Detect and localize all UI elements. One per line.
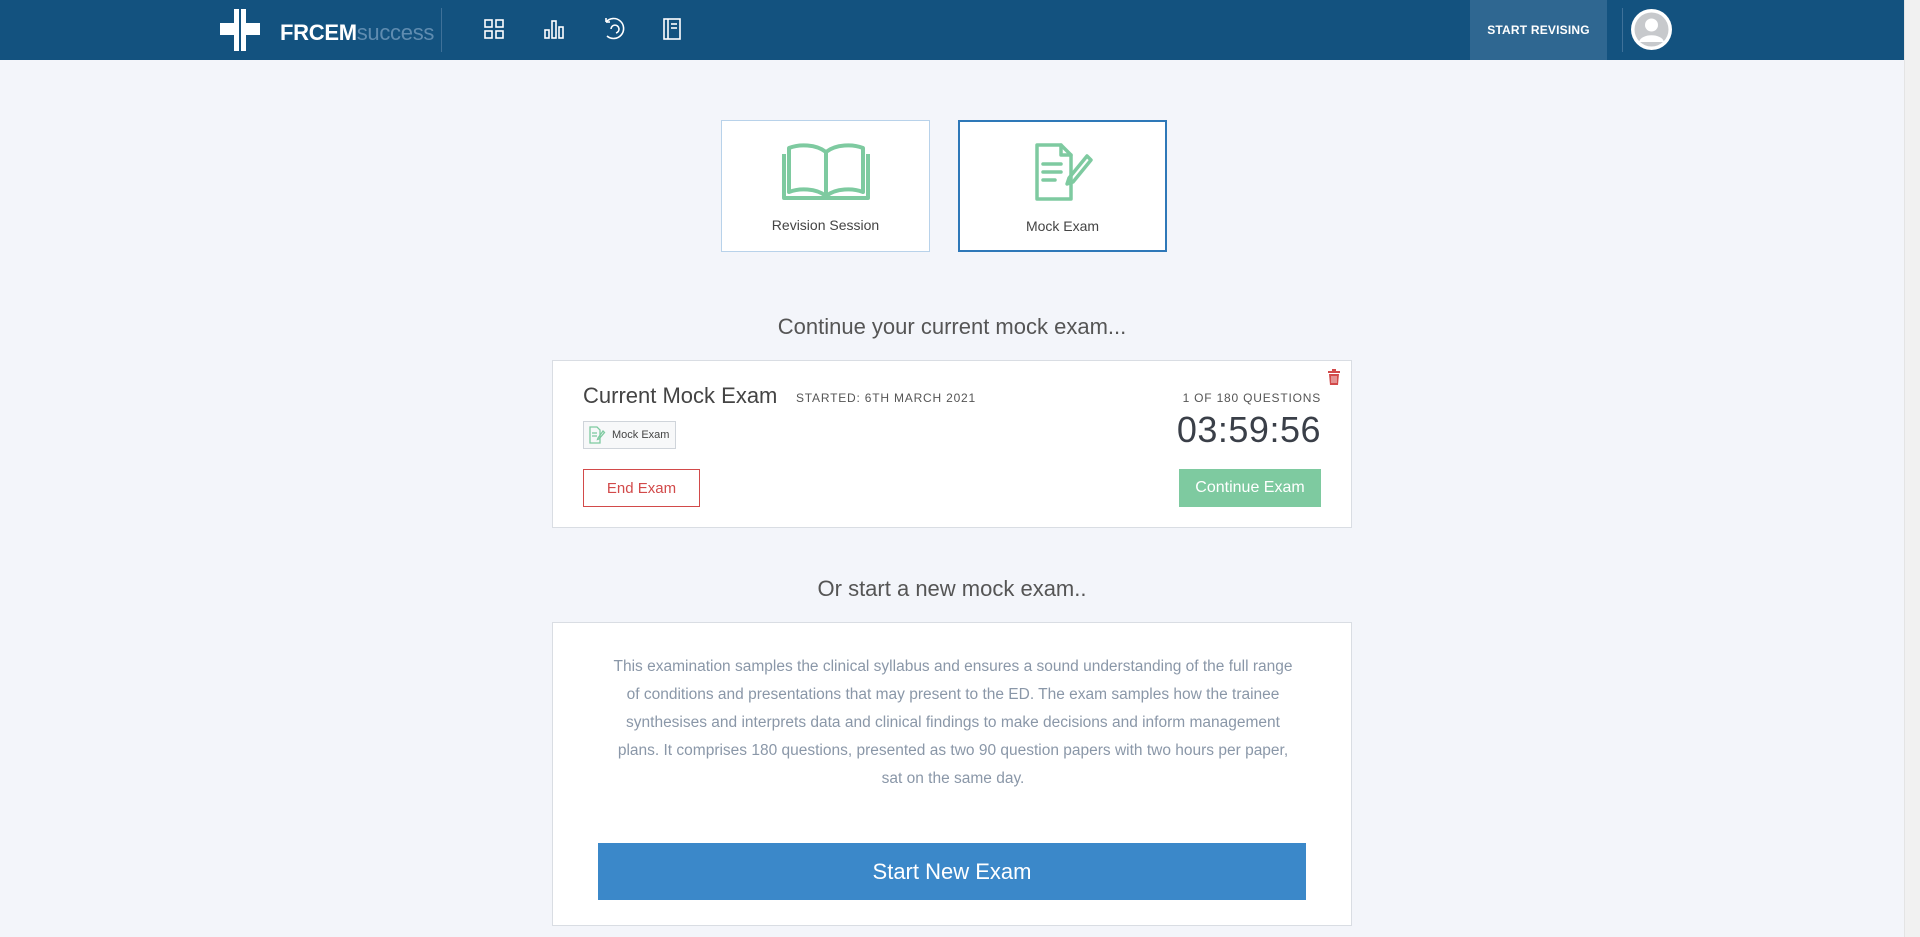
start-revising-button[interactable]: START REVISING (1470, 0, 1607, 60)
history-icon[interactable] (599, 14, 629, 44)
brand-name[interactable]: FRCEMsuccess (280, 20, 434, 46)
continue-exam-button[interactable]: Continue Exam (1179, 469, 1321, 507)
start-new-exam-button[interactable]: Start New Exam (598, 843, 1306, 900)
open-book-icon (781, 139, 871, 203)
trash-icon[interactable] (1327, 369, 1341, 385)
exam-tag-label: Mock Exam (612, 429, 670, 441)
document-pen-icon (589, 426, 606, 444)
exam-title: Current Mock Exam (583, 383, 778, 408)
new-exam-heading: Or start a new mock exam.. (817, 576, 1087, 601)
end-exam-button[interactable]: End Exam (583, 469, 700, 507)
divider (1622, 8, 1623, 52)
document-pen-icon (1031, 140, 1095, 204)
dashboard-grid-icon[interactable] (479, 14, 509, 44)
scrollbar[interactable] (1904, 0, 1920, 937)
book-icon[interactable] (657, 14, 687, 44)
bar-chart-icon[interactable] (539, 14, 569, 44)
logo-cross-icon[interactable] (220, 9, 260, 51)
continue-heading: Continue your current mock exam... (777, 314, 1127, 339)
divider (441, 8, 442, 52)
mock-exam-label: Mock Exam (1025, 218, 1100, 234)
brand-bold: FRCEM (280, 20, 357, 45)
new-exam-panel: This examination samples the clinical sy… (552, 622, 1352, 926)
brand-light: success (356, 20, 435, 45)
exam-type-tag: Mock Exam (583, 421, 677, 449)
current-exam-panel: Current Mock Exam STARTED: 6TH MARCH 202… (552, 360, 1352, 528)
exam-timer: 03:59:56 (1176, 409, 1321, 450)
exam-started-date: STARTED: 6TH MARCH 2021 (796, 391, 976, 405)
mock-exam-card[interactable]: Mock Exam (958, 120, 1167, 252)
revision-session-label: Revision Session (771, 217, 880, 233)
user-avatar[interactable] (1631, 9, 1672, 50)
questions-progress: 1 OF 180 QUESTIONS (1182, 391, 1321, 405)
exam-description: This examination samples the clinical sy… (613, 658, 1293, 787)
top-navigation-bar: FRCEMsuccess START REVISING (0, 0, 1904, 60)
revision-session-card[interactable]: Revision Session (721, 120, 930, 252)
